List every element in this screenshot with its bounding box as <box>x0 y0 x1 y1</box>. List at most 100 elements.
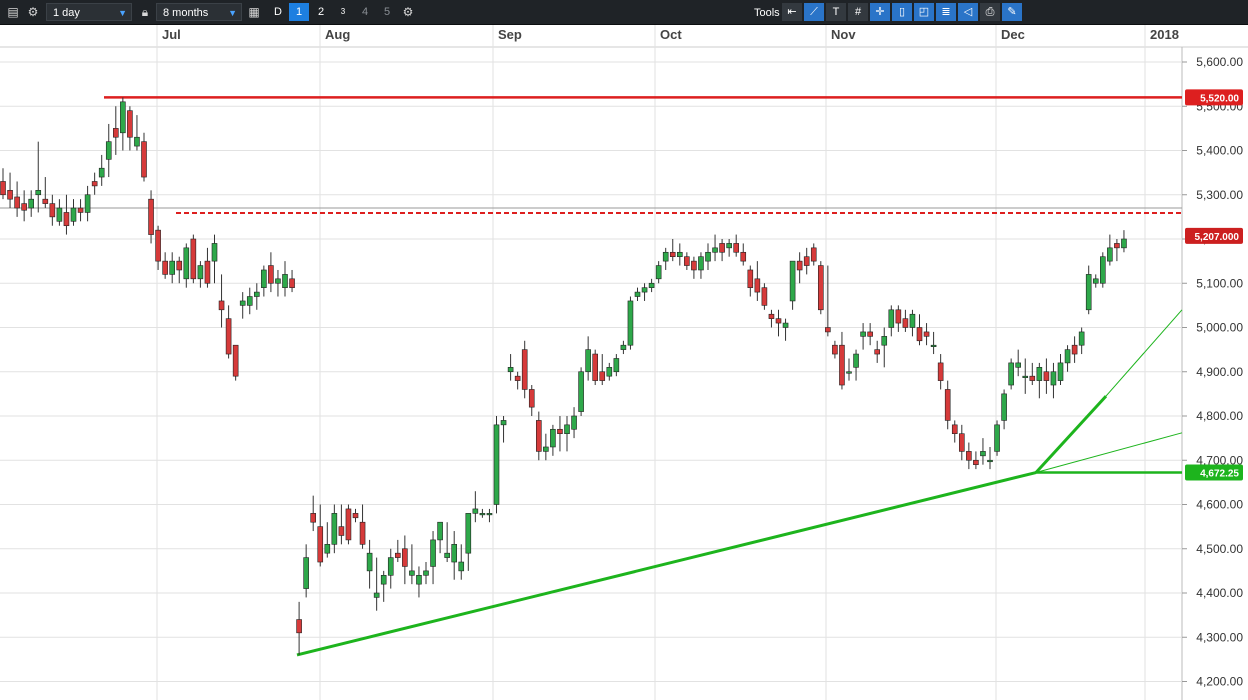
candle-body <box>7 190 13 200</box>
candle-body <box>1064 349 1071 364</box>
x-tick-label: Dec <box>1001 27 1025 42</box>
candle-body <box>789 260 796 302</box>
candle-body <box>444 552 450 558</box>
x-tick-label: Oct <box>660 27 682 42</box>
calendar-icon[interactable]: ▦ <box>245 3 263 21</box>
candle-body <box>796 260 803 271</box>
candle-body <box>1078 331 1085 346</box>
y-tick-label: 5,300.00 <box>1196 188 1243 202</box>
candle-body <box>669 251 676 257</box>
candle-body <box>754 278 761 293</box>
interval-select[interactable]: 1 day ▼ <box>46 3 132 21</box>
print-icon[interactable]: ⎙ <box>980 3 1000 21</box>
candle-icon[interactable]: ▯ <box>892 3 912 21</box>
candle <box>592 349 599 386</box>
candle-body <box>218 300 225 311</box>
candle-body <box>317 526 324 563</box>
candle-body <box>782 322 789 328</box>
chart-type-button[interactable]: D <box>268 3 288 21</box>
candle-body <box>402 548 408 567</box>
candle-body <box>430 539 436 567</box>
candle-body <box>282 274 288 288</box>
candle-body <box>923 331 930 337</box>
trendline-icon[interactable]: ⟋ <box>804 3 824 21</box>
candle-body <box>726 243 732 249</box>
fibonacci-icon[interactable]: ≣ <box>936 3 956 21</box>
candle-body <box>571 415 577 430</box>
candle-body <box>366 552 373 572</box>
candle-body <box>994 424 1000 452</box>
candle-body <box>973 459 979 465</box>
candle-body <box>662 251 669 262</box>
candle-body <box>359 521 366 545</box>
chart-toolbar: ▤ ⚙ 1 day ▼ 🔒︎ 8 months ▼ ▦ D 1 2 3 4 5 … <box>0 0 1248 25</box>
y-tick-label: 5,400.00 <box>1196 144 1243 158</box>
layout-4-button[interactable]: 4 <box>355 3 375 21</box>
tools-settings-icon[interactable]: ✎ <box>1002 3 1022 21</box>
candle-body <box>705 251 711 262</box>
layers-icon[interactable]: ◰ <box>914 3 934 21</box>
y-tick-label: 4,600.00 <box>1196 498 1243 512</box>
candle-body <box>254 291 260 297</box>
candle-body <box>225 318 232 355</box>
candle-body <box>1043 371 1050 381</box>
candle-body <box>127 110 133 138</box>
y-tick-label: 5,100.00 <box>1196 276 1243 290</box>
range-select[interactable]: 8 months ▼ <box>156 3 242 21</box>
menu-icon[interactable]: ▤ <box>4 3 22 21</box>
text-tool-icon[interactable]: T <box>826 3 846 21</box>
candle-body <box>613 358 620 373</box>
x-tick-label: 2018 <box>1150 27 1179 42</box>
back-arrow-icon[interactable]: ⇤ <box>782 3 802 21</box>
candle-body <box>134 136 140 147</box>
candle-body <box>641 287 648 293</box>
candle-body <box>493 424 500 505</box>
candle-body <box>592 353 599 381</box>
candle-body <box>21 203 27 211</box>
layout-1-button[interactable]: 1 <box>289 3 309 21</box>
candle-body <box>423 570 429 576</box>
layout-settings-gear-icon[interactable]: ⚙ <box>399 3 417 21</box>
support-tag: 4,672.25 <box>1185 464 1243 481</box>
candle <box>627 296 634 350</box>
candle-body <box>91 181 98 187</box>
y-tick-label: 5,000.00 <box>1196 321 1243 335</box>
candle-body <box>599 371 606 381</box>
candle <box>817 261 824 315</box>
layout-2-button[interactable]: 2 <box>311 3 331 21</box>
candle-body <box>817 265 824 311</box>
support-tag-label: 4,672.25 <box>1200 469 1239 480</box>
candle-body <box>627 300 634 346</box>
candle-body <box>56 207 63 222</box>
candle <box>521 340 528 399</box>
interval-value: 1 day <box>53 7 80 19</box>
candle-body <box>14 196 20 209</box>
candle-body <box>606 367 613 377</box>
candle-body <box>514 375 521 381</box>
candle-body <box>324 544 331 554</box>
candle-body <box>465 513 472 554</box>
candle-body <box>1092 278 1099 284</box>
candle-body <box>825 327 831 333</box>
candle-body <box>246 296 253 306</box>
candle-body <box>839 344 845 386</box>
candle-body <box>1029 375 1036 381</box>
layout-5-button[interactable]: 5 <box>377 3 397 21</box>
grid-hash-icon[interactable]: # <box>848 3 868 21</box>
candle-body <box>691 260 697 271</box>
x-tick-label: Jul <box>162 27 181 42</box>
candle-body <box>895 309 902 324</box>
chevron-down-icon: ▼ <box>118 8 127 18</box>
candle-body <box>966 451 972 461</box>
candle-body <box>719 243 725 253</box>
settings-gear-icon[interactable]: ⚙ <box>24 3 42 21</box>
crosshair-icon[interactable]: ✛ <box>870 3 890 21</box>
candle <box>232 344 239 381</box>
lock-icon[interactable]: 🔒︎ <box>136 3 154 21</box>
shape-icon[interactable]: ◁ <box>958 3 978 21</box>
layout-3-button[interactable]: 3 <box>333 3 353 21</box>
candle-body <box>1085 274 1092 311</box>
candle-body <box>803 256 810 266</box>
candle-body <box>387 557 394 576</box>
candle-body <box>655 265 662 280</box>
